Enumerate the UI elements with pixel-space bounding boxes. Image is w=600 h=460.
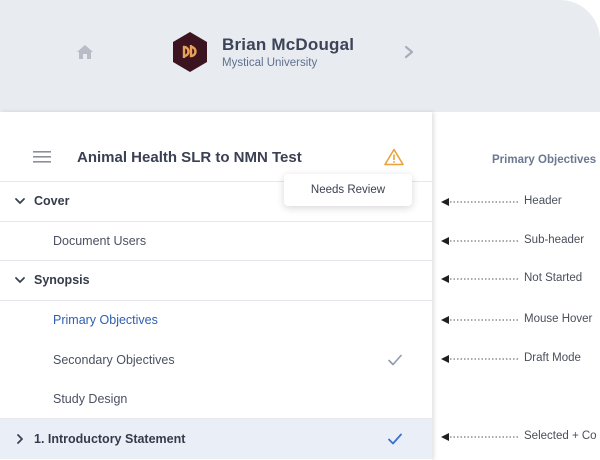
document-title: Animal Health SLR to NMN Test bbox=[77, 149, 302, 166]
legend-heading: Primary Objectives bbox=[492, 154, 597, 166]
legend-label: Selected + Co bbox=[524, 430, 597, 442]
arrow-left-icon bbox=[441, 237, 519, 245]
item-label: Study Design bbox=[53, 391, 128, 406]
item-label: Primary Objectives bbox=[53, 313, 158, 328]
arrow-left-icon bbox=[441, 316, 519, 324]
status-tooltip: Needs Review bbox=[284, 174, 412, 206]
outline-item-secondary-objectives[interactable]: Secondary Objectives bbox=[0, 340, 432, 380]
item-label: Document Users bbox=[53, 233, 147, 248]
section-label: Cover bbox=[34, 194, 70, 209]
arrow-left-icon bbox=[441, 433, 519, 441]
check-icon bbox=[388, 354, 402, 366]
chevron-down-icon[interactable] bbox=[14, 274, 26, 286]
legend-item: Mouse Hover bbox=[441, 313, 600, 327]
hamburger-menu-icon[interactable] bbox=[33, 151, 51, 163]
legend-label: Not Started bbox=[524, 272, 583, 284]
legend-item: Header bbox=[441, 195, 600, 209]
outline-item-primary-objectives[interactable]: Primary Objectives bbox=[0, 301, 432, 341]
legend-label: Header bbox=[524, 195, 562, 207]
legend-label: Sub-header bbox=[524, 234, 585, 246]
university-logo bbox=[173, 32, 207, 72]
arrow-left-icon bbox=[441, 198, 519, 206]
panel-header: Animal Health SLR to NMN Test bbox=[0, 112, 432, 182]
outline-item-study-design[interactable]: Study Design bbox=[0, 380, 432, 419]
user-name: Brian McDougal bbox=[222, 35, 355, 54]
document-outline-panel: Animal Health SLR to NMN Test Cover Docu… bbox=[0, 112, 432, 460]
arrow-left-icon bbox=[441, 355, 519, 363]
organization-name: Mystical University bbox=[222, 57, 318, 69]
check-icon bbox=[388, 433, 402, 445]
chevron-right-icon[interactable] bbox=[402, 44, 416, 60]
outline-section-synopsis[interactable]: Synopsis bbox=[0, 261, 432, 301]
legend-item: Selected + Co bbox=[441, 430, 600, 444]
legend-item: Not Started bbox=[441, 272, 600, 286]
legend-item: Draft Mode bbox=[441, 352, 600, 366]
section-label: Synopsis bbox=[34, 273, 90, 288]
outline-section-introductory-statement[interactable]: 1. Introductory Statement bbox=[0, 419, 432, 459]
chevron-right-icon[interactable] bbox=[14, 433, 26, 445]
item-label: Secondary Objectives bbox=[53, 352, 175, 367]
warning-icon[interactable] bbox=[384, 148, 404, 166]
legend-label: Mouse Hover bbox=[524, 313, 593, 325]
arrow-left-icon bbox=[441, 275, 519, 283]
outline-item-document-users[interactable]: Document Users bbox=[0, 222, 432, 261]
chevron-down-icon[interactable] bbox=[14, 195, 26, 207]
section-label: 1. Introductory Statement bbox=[34, 431, 186, 446]
user-header: Brian McDougal Mystical University bbox=[0, 0, 600, 112]
legend-item: Sub-header bbox=[441, 234, 600, 248]
legend-label: Draft Mode bbox=[524, 352, 581, 364]
home-icon[interactable] bbox=[76, 44, 94, 60]
